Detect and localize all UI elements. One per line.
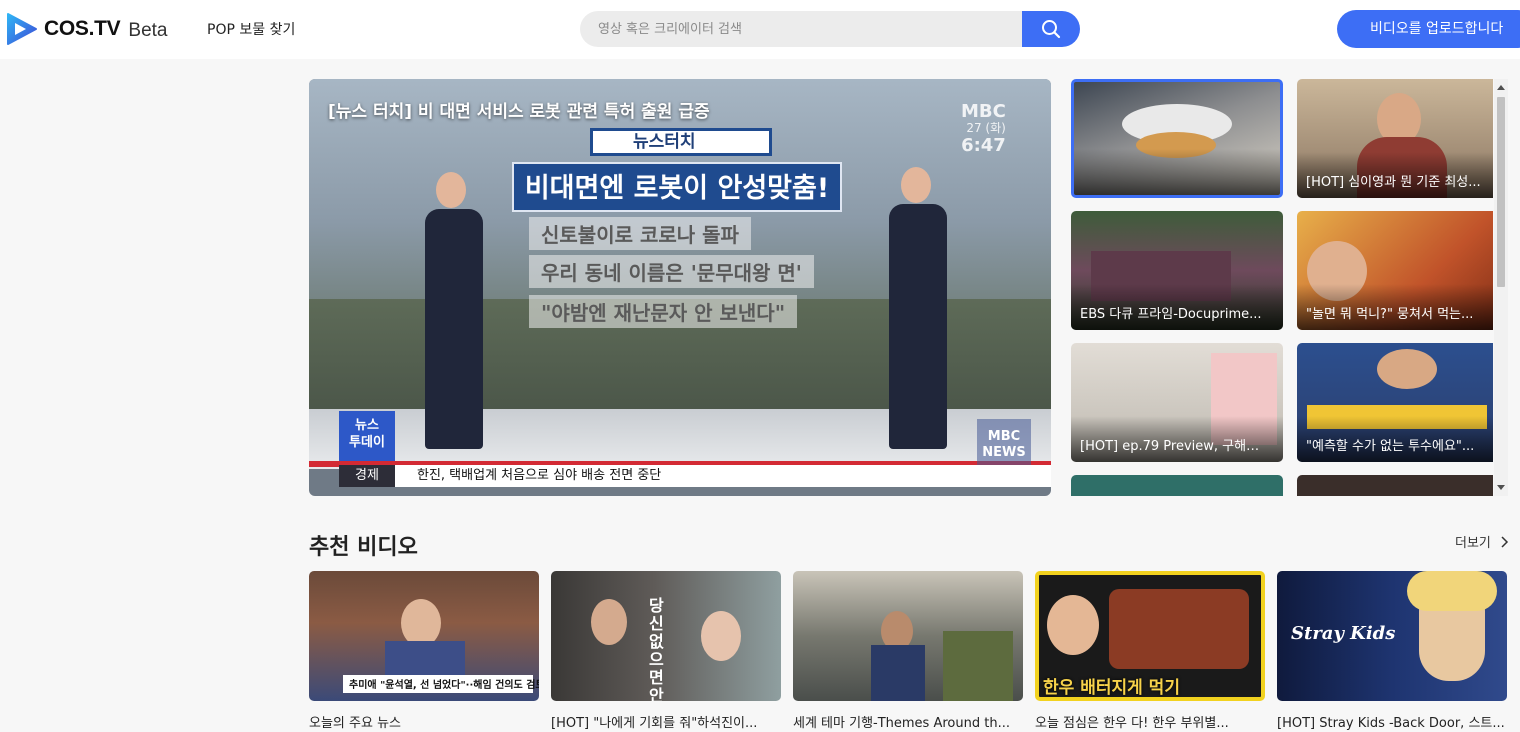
more-link[interactable]: 더보기 (1455, 532, 1509, 551)
scroll-thumb[interactable] (1497, 97, 1505, 287)
logo-text: COS.TV (44, 17, 121, 40)
side-video-item[interactable] (1071, 475, 1283, 496)
video-title: 오늘의 주요 뉴스 (309, 716, 401, 731)
news-ticker: 경제 한진, 택배업계 처음으로 심야 배송 전면 중단 (339, 465, 1051, 487)
presenter-head (436, 172, 466, 208)
presenter-left (425, 209, 483, 449)
side-video-item[interactable] (1297, 475, 1493, 496)
side-list-scrollbar[interactable] (1494, 79, 1508, 496)
presenter-right (889, 204, 947, 449)
thumbnail-overlay-text: Stray Kids (1291, 623, 1396, 644)
search-bar (580, 11, 1080, 47)
side-video-item[interactable]: "예측할 수가 없는 투수에요"... (1297, 343, 1493, 462)
side-video-caption: "놀면 뭐 먹니?" 뭉쳐서 먹는... (1306, 307, 1474, 322)
side-video-caption: "예측할 수가 없는 투수에요"... (1306, 439, 1475, 454)
video-thumbnail: 한우 배터지게 먹기 (1035, 571, 1265, 701)
video-title: 오늘 점심은 한우 다! 한우 부위별... (1035, 716, 1229, 731)
search-button[interactable] (1022, 11, 1080, 47)
chevron-right-icon (1501, 536, 1509, 548)
recommended-video-card[interactable]: 세계 테마 기행-Themes Around th... (793, 571, 1023, 731)
upload-video-button[interactable]: 비디오를 업로드합니다 (1337, 10, 1520, 48)
video-title: [HOT] "나에게 기회를 줘"하석진이... (551, 716, 758, 731)
featured-video-title: [뉴스 터치] 비 대면 서비스 로봇 관련 특허 출원 급증 (328, 102, 710, 122)
board-line: 우리 동네 이름은 '문무대왕 면' (529, 255, 814, 288)
video-thumbnail: Stray Kids (1277, 571, 1507, 701)
pop-treasure-link[interactable]: POP 보물 찾기 (207, 19, 295, 39)
news-box-line: 투데이 (349, 435, 385, 450)
video-thumbnail: 당신 없으면 안돼 (551, 571, 781, 701)
search-input[interactable] (580, 11, 1024, 47)
news-today-box: 뉴스 투데이 (339, 411, 395, 461)
channel-watermark: MBC 27 (화) 6:47 (961, 101, 1006, 156)
side-video-item[interactable]: [HOT] 심이영과 뭔 기준 최성... (1297, 79, 1493, 198)
side-video-item[interactable] (1071, 79, 1283, 198)
featured-video[interactable]: [뉴스 터치] 비 대면 서비스 로봇 관련 특허 출원 급증 뉴스터치 비대면… (309, 79, 1051, 496)
more-link-label: 더보기 (1455, 536, 1491, 551)
side-video-caption: [HOT] ep.79 Preview, 구해줘... (1080, 439, 1270, 454)
costv-logo[interactable]: COS.TV Beta (6, 12, 167, 46)
board-line: 신토불이로 코로나 돌파 (529, 217, 751, 250)
channel-name: MBC (961, 101, 1006, 122)
video-title: 세계 테마 기행-Themes Around th... (793, 716, 1010, 731)
scroll-up-arrow-icon[interactable] (1497, 85, 1505, 90)
top-header: COS.TV Beta POP 보물 찾기 비디오를 업로드합니다 (0, 0, 1520, 59)
search-icon (1042, 20, 1061, 39)
side-video-item[interactable]: "놀면 뭐 먹니?" 뭉쳐서 먹는... (1297, 211, 1493, 330)
ticker-text: 한진, 택배업계 처음으로 심야 배송 전면 중단 (417, 468, 662, 483)
presenter-head (901, 167, 931, 203)
board-line: "야밤엔 재난문자 안 보낸다" (529, 295, 798, 328)
scroll-down-arrow-icon[interactable] (1497, 485, 1505, 490)
recommended-video-card[interactable]: 한우 배터지게 먹기 오늘 점심은 한우 다! 한우 부위별... (1035, 571, 1265, 731)
thumbnail-overlay-text: 한우 배터지게 먹기 (1043, 678, 1180, 698)
recommended-video-card[interactable]: 추미애 "윤석열, 선 넘었다"··해임 건의도 검토 오늘의 주요 뉴스 (309, 571, 539, 731)
thumbnail-overlay-text: 추미애 "윤석열, 선 넘었다"··해임 건의도 검토 (349, 680, 539, 691)
recommended-video-card[interactable]: 당신 없으면 안돼 [HOT] "나에게 기회를 줘"하석진이... (551, 571, 781, 731)
ticker-category: 경제 (339, 465, 395, 487)
side-video-caption: [HOT] 심이영과 뭔 기준 최성... (1306, 175, 1481, 190)
video-thumbnail: 추미애 "윤석열, 선 넘었다"··해임 건의도 검토 (309, 571, 539, 701)
mbc-news-logo: MBC NEWS (977, 419, 1031, 469)
side-video-item[interactable]: [HOT] ep.79 Preview, 구해줘... (1071, 343, 1283, 462)
news-box-line: 뉴스 (355, 418, 379, 433)
board-headline: 비대면엔 로봇이 안성맞춤! (512, 162, 842, 212)
side-video-caption: EBS 다큐 프라임-Docuprime... (1080, 307, 1262, 322)
side-video-item[interactable]: EBS 다큐 프라임-Docuprime... (1071, 211, 1283, 330)
thumbnail-overlay-text: 당신 없으면 안돼 (649, 596, 664, 702)
recommended-section-title: 추천 비디오 (309, 535, 418, 560)
side-video-list: [HOT] 심이영과 뭔 기준 최성... EBS 다큐 프라임-Docupri… (1071, 79, 1493, 496)
video-title: [HOT] Stray Kids -Back Door, 스트... (1277, 716, 1505, 731)
play-logo-icon (6, 12, 38, 46)
video-thumbnail (793, 571, 1023, 701)
recommended-video-card[interactable]: Stray Kids [HOT] Stray Kids -Back Door, … (1277, 571, 1507, 731)
logo-beta-label: Beta (128, 19, 168, 41)
broadcast-time: 6:47 (961, 135, 1006, 156)
board-tag: 뉴스터치 (590, 128, 772, 156)
